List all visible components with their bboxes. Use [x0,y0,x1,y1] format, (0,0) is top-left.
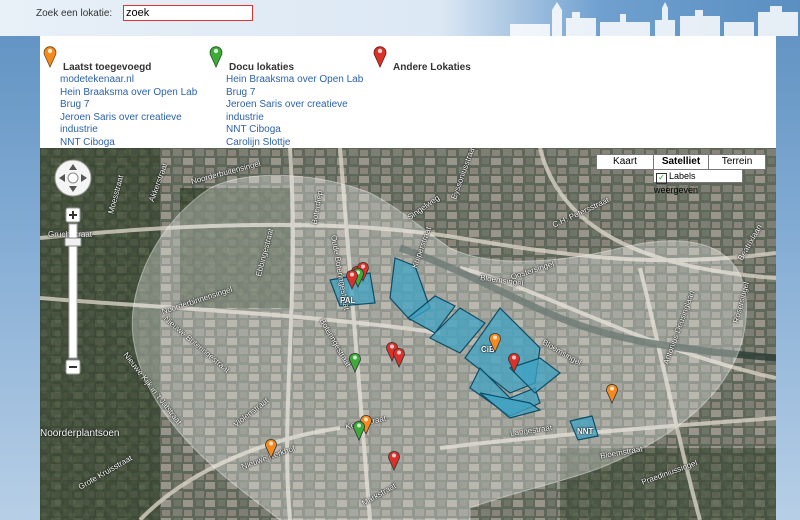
legend-title: Andere Lokaties [393,62,471,73]
red-map-pin-icon[interactable] [387,449,401,471]
green-map-pin-icon[interactable] [352,419,366,441]
search-label: Zoek een lokatie: [36,8,113,19]
labels-toggle[interactable]: ✓ Labels weergeven [653,169,743,195]
legend-link[interactable]: Jeroen Saris over creatieve industrie [60,112,210,137]
legend-link[interactable]: NNT Ciboga [226,124,376,137]
red-map-pin-icon[interactable] [392,346,406,368]
legend-link[interactable]: Hein Braaksma over Open Lab [226,74,376,87]
city-skyline-icon [510,2,798,36]
search-input[interactable] [123,5,253,21]
red-map-pin-icon[interactable] [345,268,359,290]
map-view[interactable]: Akkerstraat Gruchtstraat Noorderbuitensi… [40,148,776,520]
legend-link[interactable]: Brug 7 [226,87,376,100]
area-label: NNT [577,427,594,436]
red-pin-icon [373,46,387,68]
top-bar [0,0,800,36]
legend-link[interactable]: Jeroen Saris over creatieve industrie [226,99,376,124]
legend-link[interactable]: modetekenaar.nl [60,74,210,87]
legend-panel: Laatst toegevoegd modetekenaar.nl Hein B… [40,36,776,148]
orange-map-pin-icon[interactable] [488,331,502,353]
legend-link[interactable]: Brug 7 [60,99,210,112]
zoom-in-button[interactable] [65,207,81,223]
park-label: Noorderplantsoen [40,428,120,439]
area-label: PAL [340,296,356,305]
orange-pin-icon [43,46,57,68]
green-map-pin-icon[interactable] [348,351,362,373]
red-map-pin-icon[interactable] [507,351,521,373]
orange-map-pin-icon[interactable] [264,437,278,459]
orange-map-pin-icon[interactable] [605,382,619,404]
satellite-imagery[interactable] [40,148,776,520]
zoom-out-button[interactable] [65,359,81,375]
legend-list: modetekenaar.nl Hein Braaksma over Open … [60,74,210,149]
legend-link[interactable]: Hein Braaksma over Open Lab [60,87,210,100]
zoom-slider-handle[interactable] [64,237,82,247]
legend-title: Laatst toegevoegd [63,62,152,73]
map-type-kaart[interactable]: Kaart [596,154,654,170]
legend-title: Docu lokaties [229,62,295,73]
legend-list: Hein Braaksma over Open Lab Brug 7 Jeroe… [226,74,376,149]
labels-checkbox[interactable]: ✓ [656,173,667,184]
green-pin-icon [209,46,223,68]
map-type-terrein[interactable]: Terrein [708,154,766,170]
map-type-satelliet[interactable]: Satelliet [653,154,709,170]
map-navigation-control[interactable] [52,158,96,378]
pan-control[interactable] [54,159,92,197]
